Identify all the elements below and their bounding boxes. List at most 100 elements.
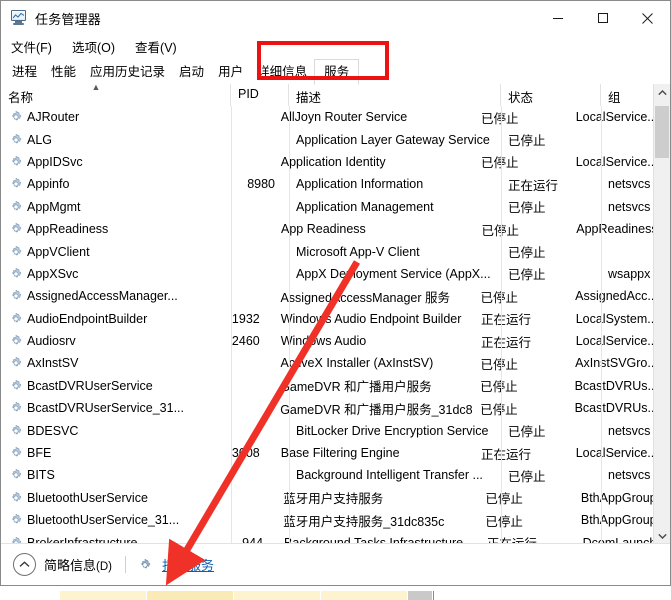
service-name-label: AssignedAccessManager... <box>27 289 178 304</box>
table-row[interactable]: AppVClient Microsoft App-V Client 已停止 <box>1 240 653 263</box>
table-row[interactable]: BcastDVRUserService_31... GameDVR 和广播用户服务… <box>1 397 653 420</box>
column-header-group[interactable]: 组 <box>601 84 653 106</box>
gear-icon <box>138 558 152 572</box>
cell-group: AppReadiness <box>576 222 653 237</box>
sort-ascending-icon: ▲ <box>91 84 101 92</box>
table-row[interactable]: AJRouter AllJoyn Router Service 已停止 LocalSe… <box>1 106 653 129</box>
table-row[interactable]: Audiosrv 2460 Windows Audio 正在运行 LocalServic… <box>1 329 653 353</box>
cell-service-name: AppMgmt <box>1 200 231 214</box>
tab-users[interactable]: 用户 <box>211 59 250 84</box>
service-name-label: Appinfo <box>27 177 70 192</box>
cell-pid: 1932 <box>231 311 260 326</box>
tab-app-history[interactable]: 应用历史记录 <box>83 59 172 84</box>
table-row[interactable]: BluetoothUserService 蓝牙用户支持服务 已停止 BthAppGro… <box>1 486 653 510</box>
cell-description: Application Management <box>296 199 434 214</box>
window-controls <box>535 1 670 35</box>
service-name-label: ALG <box>27 132 53 147</box>
table-row[interactable]: AudioEndpointBuilder 1932 Windows Audio En… <box>1 307 653 330</box>
task-manager-window: 任务管理器 文件(F) 选项(O) 查看(V) 进程 性能 应用历史记录 启动 … <box>0 0 671 586</box>
scroll-up-button[interactable] <box>654 84 670 101</box>
maximize-button[interactable] <box>580 1 625 35</box>
fewer-details-label[interactable]: 简略信息(D) <box>44 555 112 574</box>
table-header-row: 名称 ▲ PID 描述 状态 组 <box>1 84 653 107</box>
tab-performance[interactable]: 性能 <box>44 59 83 84</box>
open-services-link[interactable]: 打开服务 <box>162 555 214 574</box>
title-bar: 任务管理器 <box>1 1 670 35</box>
menu-bar: 文件(F) 选项(O) 查看(V) <box>1 35 670 57</box>
column-header-name[interactable]: 名称 ▲ <box>1 84 231 106</box>
table-row[interactable]: Appinfo 8980 Application Information 正在运行 ne… <box>1 173 653 196</box>
menu-item-view[interactable]: 查看(V) <box>133 35 186 58</box>
service-gear-icon <box>9 177 23 191</box>
cell-service-name: Appinfo <box>1 177 231 191</box>
fewer-details-mnemonic: (D) <box>96 561 112 573</box>
fewer-details-button[interactable] <box>13 553 36 576</box>
service-name-label: AJRouter <box>27 110 80 125</box>
service-name-label: AppMgmt <box>27 199 81 214</box>
table-body[interactable]: AJRouter AllJoyn Router Service 已停止 LocalSe… <box>1 106 653 544</box>
minimize-button[interactable] <box>535 1 580 35</box>
column-header-pid-label: PID <box>238 87 259 101</box>
table-row[interactable]: AppIDSvc Application Identity 已停止 LocalServ… <box>1 150 653 174</box>
cell-description: AppX Deployment Service (AppX... <box>296 266 491 281</box>
tab-processes[interactable]: 进程 <box>5 59 44 84</box>
column-header-description[interactable]: 描述 <box>289 84 501 106</box>
scroll-down-button[interactable] <box>654 527 670 544</box>
services-list: 名称 ▲ PID 描述 状态 组 AJRouter AllJoyn Router… <box>1 84 670 544</box>
service-name-label: AppVClient <box>27 244 90 259</box>
cell-service-name: BluetoothUserService_31... <box>1 513 220 527</box>
table-row[interactable]: AppReadiness App Readiness 已停止 AppReadiness <box>1 217 653 241</box>
table-row[interactable]: BluetoothUserService_31... 蓝牙用户支持服务_31dc8… <box>1 509 653 532</box>
cell-status: 已停止 <box>508 134 546 149</box>
column-header-name-label: 名称 <box>8 91 34 105</box>
tab-services[interactable]: 服务 <box>314 59 360 85</box>
cell-description: 蓝牙用户支持服务_31dc835c <box>283 514 445 529</box>
table-row[interactable]: AssignedAccessManager... AssignedAccessMa… <box>1 285 653 308</box>
service-gear-icon <box>9 312 23 326</box>
table-row[interactable]: AppMgmt Application Management 已停止 netsvcs <box>1 195 653 218</box>
cell-group: AssignedAcc... <box>575 289 653 304</box>
vertical-scrollbar[interactable] <box>653 84 670 544</box>
cell-status: 已停止 <box>485 514 523 529</box>
tab-details[interactable]: 详细信息 <box>250 59 314 84</box>
cell-status: 已停止 <box>481 111 519 126</box>
cell-status: 已停止 <box>481 156 519 171</box>
table-row[interactable]: ALG Application Layer Gateway Service 已停止 <box>1 128 653 151</box>
cell-description: Base Filtering Engine <box>280 446 400 461</box>
cell-service-name: BFE <box>1 446 218 460</box>
service-gear-icon <box>9 424 23 438</box>
task-manager-icon <box>10 9 28 27</box>
cell-status: 已停止 <box>508 268 546 283</box>
cell-group: LocalService... <box>575 446 653 461</box>
service-name-label: AppIDSvc <box>27 154 83 169</box>
cell-group: netsvcs <box>608 199 651 214</box>
menu-item-file[interactable]: 文件(F) <box>9 35 61 58</box>
column-header-description-label: 描述 <box>296 91 322 105</box>
cell-status: 已停止 <box>480 380 518 395</box>
cell-group: netsvcs <box>608 423 651 438</box>
service-gear-icon <box>9 401 23 415</box>
table-row[interactable]: BFE 3008 Base Filtering Engine 正在运行 LocalSer… <box>1 441 653 465</box>
menu-item-options[interactable]: 选项(O) <box>70 35 124 58</box>
column-header-pid[interactable]: PID <box>231 84 289 106</box>
table-row[interactable]: BITS Background Intelligent Transfer ... 已… <box>1 464 653 487</box>
cell-group: netsvcs <box>608 468 651 483</box>
cell-status: 已停止 <box>474 220 569 239</box>
cell-description: Background Intelligent Transfer ... <box>296 468 483 483</box>
service-gear-icon <box>9 446 23 460</box>
cell-service-name: AxInstSV <box>1 356 218 370</box>
scrollbar-thumb[interactable] <box>655 106 669 158</box>
cell-service-name: BDESVC <box>1 424 231 438</box>
service-gear-icon <box>9 468 23 482</box>
table-row[interactable]: AppXSvc AppX Deployment Service (AppX... 已… <box>1 262 653 286</box>
service-name-label: BFE <box>27 446 52 461</box>
table-row[interactable]: AxInstSV ActiveX Installer (AxInstSV) 已停止 A… <box>1 352 653 375</box>
cell-group: LocalSystem... <box>575 311 653 326</box>
close-button[interactable] <box>625 1 670 35</box>
cell-group: AxInstSVGro... <box>575 356 653 371</box>
tab-startup[interactable]: 启动 <box>172 59 211 84</box>
column-header-status[interactable]: 状态 <box>501 84 601 106</box>
cell-group: wsappx <box>608 266 651 281</box>
table-row[interactable]: BDESVC BitLocker Drive Encryption Service… <box>1 419 653 442</box>
table-row[interactable]: BcastDVRUserService GameDVR 和广播用户服务 已停止 Bca… <box>1 374 653 398</box>
